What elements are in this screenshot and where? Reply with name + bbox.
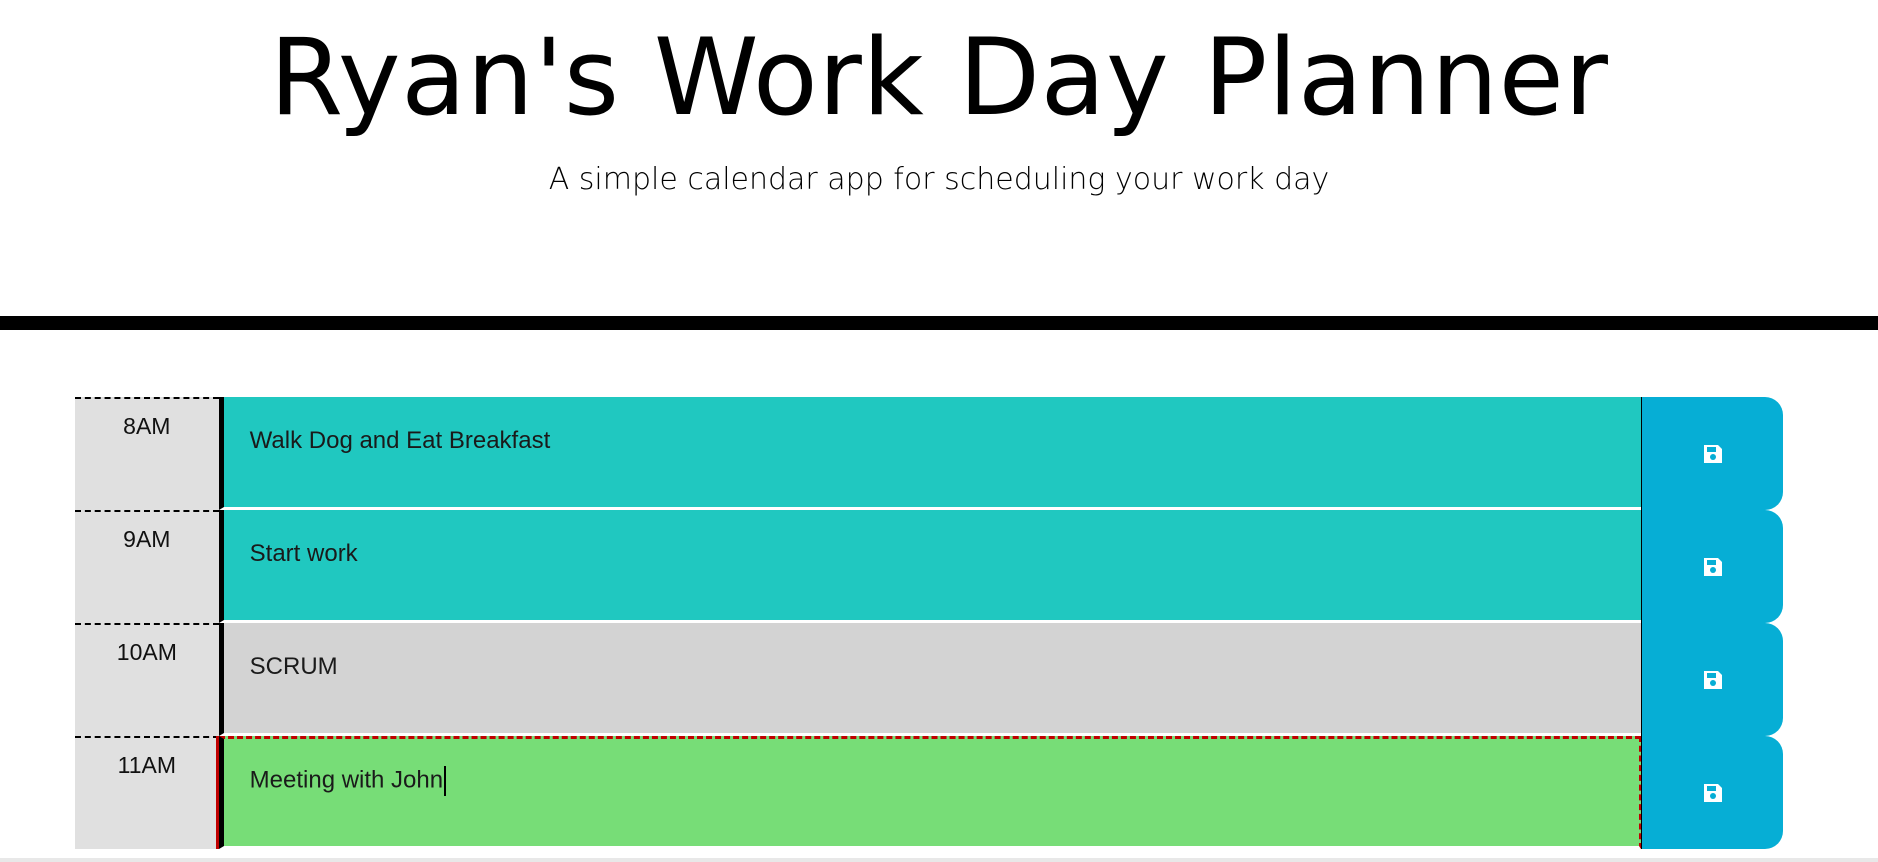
event-description-input[interactable]: Walk Dog and Eat Breakfast bbox=[218, 397, 1642, 510]
save-button[interactable] bbox=[1641, 623, 1783, 736]
time-block-row: 9AM Start work bbox=[75, 510, 1783, 623]
hour-label: 11AM bbox=[75, 736, 219, 849]
event-description-input[interactable]: Start work bbox=[218, 510, 1642, 623]
page-subtitle: A simple calendar app for scheduling you… bbox=[548, 162, 1330, 197]
hour-label: 9AM bbox=[75, 510, 219, 623]
event-description-input[interactable]: Meeting with John bbox=[218, 736, 1642, 849]
save-button[interactable] bbox=[1641, 397, 1783, 510]
time-block-row: 8AM Walk Dog and Eat Breakfast bbox=[75, 397, 1783, 510]
save-button[interactable] bbox=[1641, 510, 1783, 623]
save-icon bbox=[1702, 782, 1724, 804]
time-block-row: 10AM SCRUM bbox=[75, 623, 1783, 736]
save-icon bbox=[1702, 556, 1724, 578]
timeblock-container: 8AM Walk Dog and Eat Breakfast 9AM Start… bbox=[75, 397, 1783, 849]
page-title: Ryan's Work Day Planner bbox=[269, 16, 1609, 139]
text-cursor bbox=[444, 766, 447, 796]
save-button[interactable] bbox=[1641, 736, 1783, 849]
event-description-text: Meeting with John bbox=[249, 766, 444, 794]
time-block-row: 11AM Meeting with John bbox=[75, 736, 1783, 849]
event-description-input[interactable]: SCRUM bbox=[218, 623, 1642, 736]
header: Ryan's Work Day Planner A simple calenda… bbox=[0, 0, 1878, 330]
hour-label: 10AM bbox=[75, 623, 219, 736]
hour-label: 8AM bbox=[75, 397, 219, 510]
page-bottom-edge bbox=[0, 858, 1878, 862]
save-icon bbox=[1702, 669, 1724, 691]
save-icon bbox=[1702, 443, 1724, 465]
